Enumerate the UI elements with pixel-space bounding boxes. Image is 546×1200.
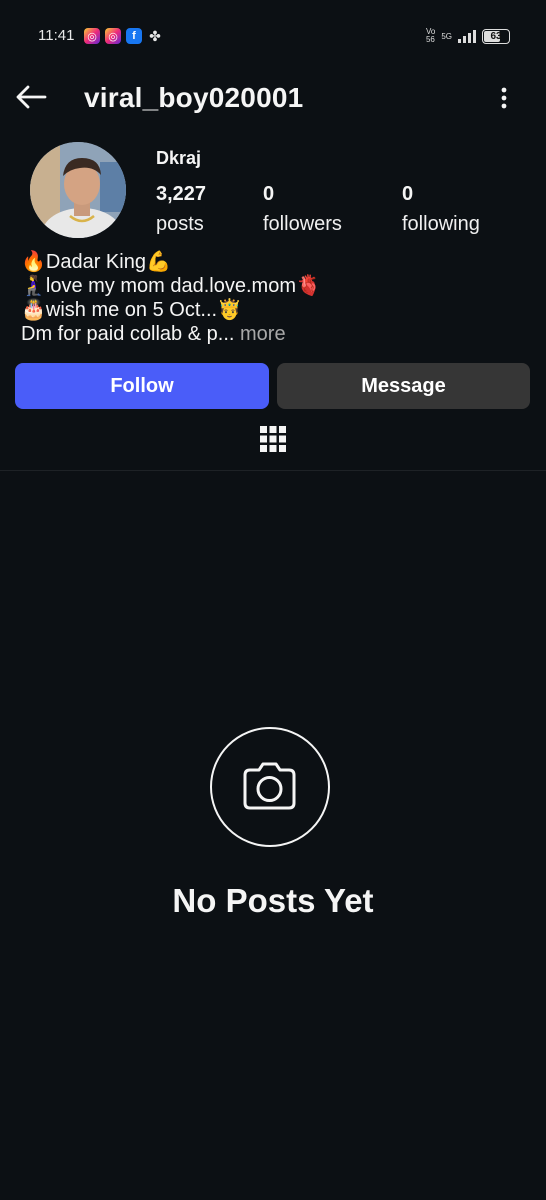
bio-line-text: Dm for paid collab & p... [21, 323, 235, 345]
following-count: 0 [402, 183, 414, 205]
avatar[interactable] [30, 142, 126, 238]
instagram-notification-icon: ◎ [84, 28, 100, 44]
battery-icon: 63 [482, 28, 510, 44]
tab-divider [0, 470, 546, 471]
instagram-notification-icon: ◎ [105, 28, 121, 44]
followers-count: 0 [263, 183, 275, 205]
profile-photo [30, 142, 126, 238]
camera-icon [210, 727, 330, 847]
bio-line: 🔥Dadar King💪 [21, 251, 171, 273]
system-indicators: Vo 56 5G 63 [426, 28, 510, 44]
vertical-dots-icon[interactable] [492, 84, 516, 112]
display-name: Dkraj [156, 148, 202, 168]
profile-bio: 🔥Dadar King💪 🧎‍♀️love my mom dad.love.mo… [21, 250, 321, 346]
empty-state-title: No Posts Yet [172, 882, 374, 919]
bio-line: 🎂wish me on 5 Oct...🤴 [21, 299, 242, 321]
followers-label: followers [263, 213, 342, 235]
signal-icon [458, 29, 476, 43]
profile-username: viral_boy020001 [84, 82, 304, 113]
facebook-notification-icon: f [126, 28, 142, 44]
posts-count: 3,227 [156, 183, 207, 205]
status-time: 11:41 [38, 27, 75, 44]
volte-indicator: Vo 56 [425, 27, 436, 44]
profile-header: viral_boy020001 [0, 72, 546, 124]
arrow-left-icon[interactable] [14, 82, 48, 112]
battery-level: 63 [490, 30, 502, 42]
following-stat[interactable]: 0 following [402, 183, 480, 236]
posts-label: posts [156, 213, 204, 235]
grid-icon[interactable] [258, 424, 288, 454]
bio-line: 🧎‍♀️love my mom dad.love.mom🫀 [21, 275, 321, 297]
followers-stat[interactable]: 0 followers [263, 183, 342, 236]
bio-line: Dm for paid collab & p... more [21, 322, 321, 346]
status-bar: 11:41 ◎ ◎ f ✤ Vo 56 5G 63 [0, 0, 546, 72]
posts-stat[interactable]: 3,227 posts [156, 183, 206, 236]
bio-more-link[interactable]: more [240, 323, 286, 345]
follow-button[interactable]: Follow [15, 363, 269, 409]
message-button[interactable]: Message [277, 363, 530, 409]
network-type: 5G [441, 31, 452, 41]
following-label: following [402, 213, 480, 235]
camera-glyph [243, 762, 296, 810]
notification-icons: ◎ ◎ f ✤ [84, 28, 163, 44]
threads-notification-icon: ✤ [149, 27, 161, 44]
